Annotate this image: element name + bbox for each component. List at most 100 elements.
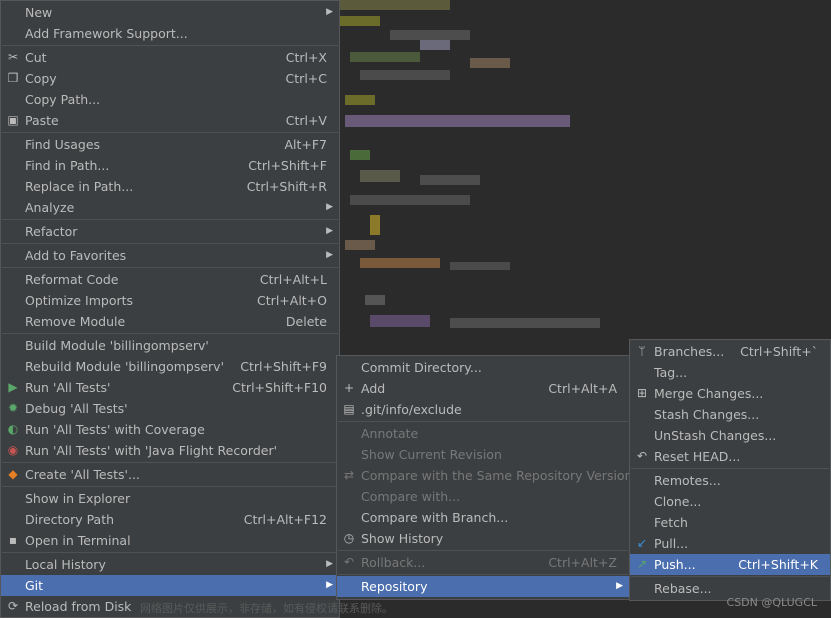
blurred-code-block [350,52,420,62]
menu-item-compare-with-the-same-repository-version[interactable]: ⇄ Compare with the Same Repository Versio… [337,465,633,486]
menu-separator [2,486,338,487]
reload-icon: ⟳ [7,599,19,613]
menu-item-label: Directory Path [25,512,115,527]
menu-item-compare-with[interactable]: Compare with... [337,486,629,507]
menu-item-label: Fetch [654,515,688,530]
menu-item-show-current-revision[interactable]: Show Current Revision [337,444,629,465]
menu-item-pull[interactable]: ↙ Pull... [630,533,830,554]
menu-item-label: Debug 'All Tests' [25,401,128,416]
menu-item-paste[interactable]: ▣ Paste Ctrl+V [1,110,339,131]
menu-item-add-framework-support[interactable]: Add Framework Support... [1,23,339,44]
blurred-code-block [365,295,385,305]
menu-item-label: Show Current Revision [361,447,502,462]
watermark-text: 网络图片仅供展示，非存储，如有侵权请联系删除。 [140,602,393,615]
menu-item-label: Find in Path... [25,158,110,173]
menu-item-unstash-changes[interactable]: UnStash Changes... [630,425,830,446]
blurred-code-block [345,240,375,250]
debug-icon: ✹ [7,401,19,415]
blurred-code-block [450,262,510,270]
menu-item-push[interactable]: ↗ Push... Ctrl+Shift+K [630,554,830,575]
menu-item-shortcut: Ctrl+Shift+K [738,557,818,572]
menu-item-repository[interactable]: Repository ▶ [337,576,629,597]
menu-separator [2,219,338,220]
blurred-code-block [340,16,380,26]
blurred-code-block [360,70,450,80]
menu-item-cut[interactable]: ✂ Cut Ctrl+X [1,47,339,68]
menu-item-label: Pull... [654,536,689,551]
menu-item-find-usages[interactable]: Find Usages Alt+F7 [1,134,339,155]
menu-item-replace-in-path[interactable]: Replace in Path... Ctrl+Shift+R [1,176,339,197]
profiler-icon: ◉ [7,443,19,457]
menu-item-label: Add Framework Support... [25,26,188,41]
menu-item-rebuild-module-billingompserv[interactable]: Rebuild Module 'billingompserv' Ctrl+Shif… [1,356,339,377]
menu-item-add-to-favorites[interactable]: Add to Favorites ▶ [1,245,339,266]
project-context-menu: New ▶ Add Framework Support... ✂ Cut Ctrl+X ❐ C… [0,0,340,618]
menu-item-open-in-terminal[interactable]: ▪ Open in Terminal [1,530,339,551]
menu-item-copy-path[interactable]: Copy Path... [1,89,339,110]
blurred-code-block [420,40,450,50]
menu-item-optimize-imports[interactable]: Optimize Imports Ctrl+Alt+O [1,290,339,311]
menu-separator [2,333,338,334]
menu-item-annotate[interactable]: Annotate [337,423,629,444]
menu-item-shortcut: Ctrl+Alt+L [259,272,327,287]
git-submenu: Commit Directory... + Add Ctrl+Alt+A ▤ .git/i… [336,355,633,600]
menu-item-run-all-tests[interactable]: ▶ Run 'All Tests' Ctrl+Shift+F10 [1,377,339,398]
menu-item-label: Repository [361,579,428,594]
menu-item-directory-path[interactable]: Directory Path Ctrl+Alt+F12 [1,509,339,530]
menu-item-reset-head[interactable]: ↶ Reset HEAD... [630,446,830,467]
menu-item-tag[interactable]: Tag... [630,362,830,383]
menu-item-label: .git/info/exclude [361,402,462,417]
menu-item-analyze[interactable]: Analyze ▶ [1,197,339,218]
menu-item-commit-directory[interactable]: Commit Directory... [337,357,629,378]
menu-item-label: Tag... [654,365,688,380]
menu-item-create-all-tests[interactable]: ◆ Create 'All Tests'... [1,464,339,485]
menu-item-run-all-tests-with-coverage[interactable]: ◐ Run 'All Tests' with Coverage [1,419,339,440]
menu-item-git[interactable]: Git ▶ [1,575,339,596]
scissors-icon: ✂ [7,50,19,64]
menu-item-label: Commit Directory... [361,360,482,375]
menu-item-compare-with-branch[interactable]: Compare with Branch... [337,507,629,528]
menu-item-rollback[interactable]: ↶ Rollback... Ctrl+Alt+Z [337,552,629,573]
history-icon: ◷ [343,531,355,545]
menu-item-label: Reload from Disk [25,599,132,614]
menu-item-find-in-path[interactable]: Find in Path... Ctrl+Shift+F [1,155,339,176]
pull-icon: ↙ [636,536,648,550]
menu-item-fetch[interactable]: Fetch [630,512,830,533]
menu-item-label: Remove Module [25,314,126,329]
menu-item-shortcut: Ctrl+V [285,113,327,128]
menu-item-shortcut: Ctrl+Alt+A [548,381,617,396]
menu-item-local-history[interactable]: Local History ▶ [1,554,339,575]
menu-item-new[interactable]: New ▶ [1,2,339,23]
menu-item-label: Run 'All Tests' with 'Java Flight Record… [25,443,278,458]
menu-item-refactor[interactable]: Refactor ▶ [1,221,339,242]
menu-item-copy[interactable]: ❐ Copy Ctrl+C [1,68,339,89]
menu-item-build-module-billingompserv[interactable]: Build Module 'billingompserv' [1,335,339,356]
menu-item-stash-changes[interactable]: Stash Changes... [630,404,830,425]
menu-item-label: Annotate [361,426,419,441]
menu-item-git-info-exclude[interactable]: ▤ .git/info/exclude [337,399,629,420]
menu-item-show-history[interactable]: ◷ Show History [337,528,629,549]
menu-item-label: Branches... [654,344,725,359]
menu-separator [338,421,628,422]
menu-item-run-all-tests-with-java-flight-recorder[interactable]: ◉ Run 'All Tests' with 'Java Flight Recor… [1,440,339,461]
menu-item-shortcut: Ctrl+Alt+O [257,293,327,308]
menu-item-merge-changes[interactable]: ⊞ Merge Changes... [630,383,830,404]
menu-item-clone[interactable]: Clone... [630,491,830,512]
menu-item-label: Copy Path... [25,92,101,107]
menu-item-add[interactable]: + Add Ctrl+Alt+A [337,378,629,399]
menu-item-label: Merge Changes... [654,386,764,401]
menu-item-label: Rollback... [361,555,426,570]
blurred-code-block [350,195,470,205]
menu-item-show-in-explorer[interactable]: Show in Explorer [1,488,339,509]
blurred-code-block [340,0,450,10]
menu-item-remove-module[interactable]: Remove Module Delete [1,311,339,332]
menu-item-label: Replace in Path... [25,179,134,194]
menu-separator [2,552,338,553]
menu-item-debug-all-tests[interactable]: ✹ Debug 'All Tests' [1,398,339,419]
menu-item-branches[interactable]: ᛘ Branches... Ctrl+Shift+` [630,341,830,362]
menu-item-shortcut: Delete [285,314,327,329]
menu-item-label: Find Usages [25,137,101,152]
submenu-arrow-icon: ▶ [326,226,333,236]
menu-item-reformat-code[interactable]: Reformat Code Ctrl+Alt+L [1,269,339,290]
menu-item-remotes[interactable]: Remotes... [630,470,830,491]
